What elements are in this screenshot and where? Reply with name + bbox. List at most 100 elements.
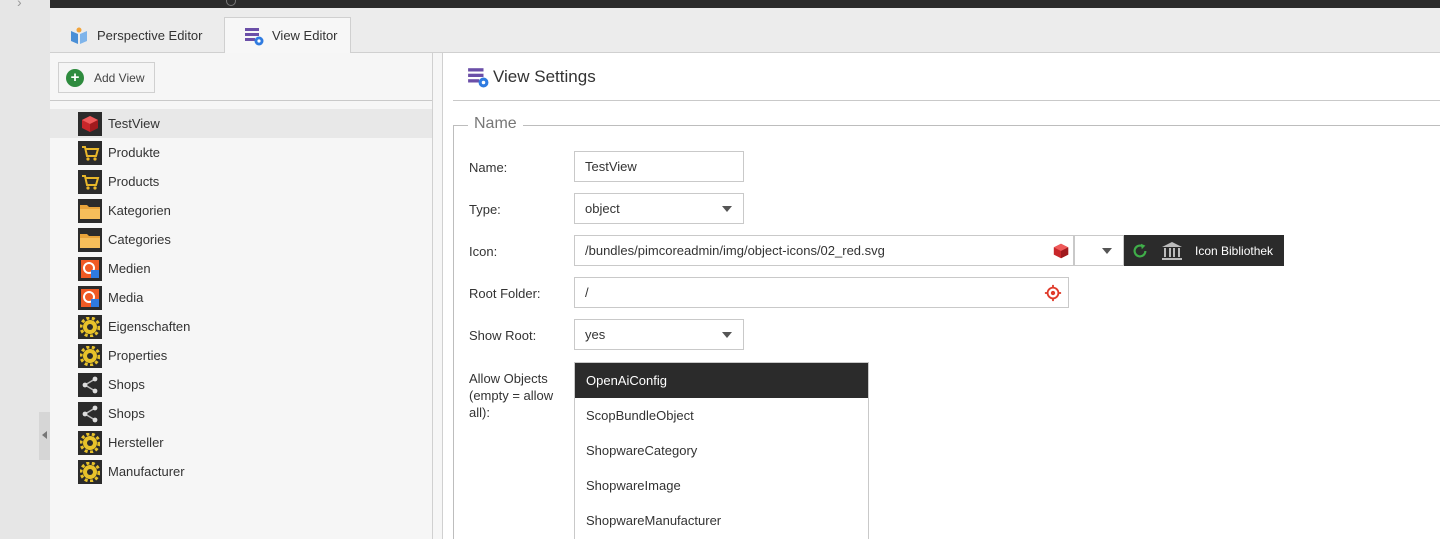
icon-dropdown[interactable] xyxy=(1074,235,1124,266)
refresh-button[interactable] xyxy=(1124,235,1156,266)
name-label: Name: xyxy=(469,160,508,175)
page-title: View Settings xyxy=(493,66,596,86)
tree-item-manufacturer[interactable]: Manufacturer xyxy=(50,457,432,486)
list-item[interactable]: ShopwareManufacturer xyxy=(575,503,868,538)
icon-library-label: Icon Bibliothek xyxy=(1195,243,1274,258)
icon-path-value: /bundles/pimcoreadmin/img/object-icons/0… xyxy=(585,243,885,258)
icon-library-button[interactable]: Icon Bibliothek xyxy=(1156,235,1284,266)
tree-item-label: Shops xyxy=(108,377,145,392)
tree-item-label: Medien xyxy=(108,261,151,276)
tab-label: Perspective Editor xyxy=(97,28,203,43)
add-view-button[interactable]: + Add View xyxy=(58,62,156,93)
list-item[interactable]: ScopBundleObject xyxy=(575,398,868,433)
tree-item-media[interactable]: Media xyxy=(50,283,432,312)
tree-item-label: Products xyxy=(108,174,160,189)
tab-perspective-editor[interactable]: Perspective Editor xyxy=(50,17,215,54)
library-icon xyxy=(1162,241,1182,260)
name-field[interactable]: TestView xyxy=(574,151,744,182)
icon-path-field[interactable]: /bundles/pimcoreadmin/img/object-icons/0… xyxy=(574,235,1074,266)
collapse-panel-handle[interactable] xyxy=(39,412,50,460)
tree-item-label: Manufacturer xyxy=(108,464,185,479)
media-icon xyxy=(78,256,102,281)
search-icon[interactable] xyxy=(226,0,236,6)
red-cube-icon xyxy=(1053,243,1069,259)
add-icon: + xyxy=(66,68,84,87)
tree-item-label: Properties xyxy=(108,348,168,363)
tree-item-products[interactable]: Products xyxy=(50,167,432,196)
tree-item-produkte[interactable]: Produkte xyxy=(50,138,432,167)
chevron-down-icon xyxy=(1102,248,1112,254)
gear-icon xyxy=(78,430,102,455)
share-icon xyxy=(78,401,102,426)
media-icon xyxy=(78,285,102,310)
chevron-right-icon[interactable]: › xyxy=(17,0,22,10)
perspective-icon xyxy=(71,27,87,44)
target-icon[interactable] xyxy=(1044,284,1062,302)
tree-item-medien[interactable]: Medien xyxy=(50,254,432,283)
tab-strip: Perspective Editor View Editor xyxy=(50,8,1440,54)
gear-icon xyxy=(78,343,102,368)
tab-label: View Editor xyxy=(272,28,338,43)
fieldset-border-left xyxy=(453,125,454,539)
root-folder-field[interactable]: / xyxy=(574,277,1069,308)
gear-icon xyxy=(78,459,102,484)
list-item[interactable]: OpenAiConfig xyxy=(575,363,868,398)
chevron-down-icon xyxy=(722,206,732,212)
tree-item-hersteller[interactable]: Hersteller xyxy=(50,428,432,457)
view-editor-icon xyxy=(245,27,264,45)
tree-item-label: TestView xyxy=(108,116,160,131)
tab-view-editor[interactable]: View Editor xyxy=(224,17,351,54)
tree-item-shops-2[interactable]: Shops xyxy=(50,399,432,428)
type-select[interactable]: object xyxy=(574,193,744,224)
type-value: object xyxy=(585,201,620,216)
icon-label: Icon: xyxy=(469,244,498,259)
folder-icon xyxy=(78,198,102,223)
left-rail: › xyxy=(0,0,50,539)
root-folder-value: / xyxy=(585,285,589,300)
show-root-label: Show Root: xyxy=(469,328,537,343)
show-root-value: yes xyxy=(585,327,606,342)
tree-item-label: Kategorien xyxy=(108,203,171,218)
view-settings-panel: View Settings Name Name: TestView Type: … xyxy=(443,53,1440,539)
gear-icon xyxy=(78,314,102,339)
list-item[interactable]: ShopwareCategory xyxy=(575,433,868,468)
tree-item-label: Produkte xyxy=(108,145,161,160)
share-icon xyxy=(78,372,102,397)
tree-item-label: Shops xyxy=(108,406,145,421)
tree-item-label: Media xyxy=(108,290,144,305)
folder-icon xyxy=(78,227,102,252)
fieldset-border xyxy=(453,125,1440,126)
view-list-panel: + Add View TestView Produkte Products Ka… xyxy=(50,53,433,539)
name-value: TestView xyxy=(585,159,637,174)
show-root-select[interactable]: yes xyxy=(574,319,744,350)
allow-objects-label-line: Allow Objects xyxy=(469,371,548,386)
tree-item-label: Eigenschaften xyxy=(108,319,191,334)
view-tree: TestView Produkte Products Kategorien Ca… xyxy=(50,109,432,486)
tree-item-kategorien[interactable]: Kategorien xyxy=(50,196,432,225)
type-label: Type: xyxy=(469,202,501,217)
list-item[interactable]: ShopwareImage xyxy=(575,468,868,503)
allow-objects-label-line: all): xyxy=(469,405,490,420)
cart-icon xyxy=(78,169,102,194)
allow-objects-list[interactable]: OpenAiConfig ScopBundleObject ShopwareCa… xyxy=(574,362,869,539)
refresh-icon xyxy=(1133,243,1147,257)
tree-item-shops[interactable]: Shops xyxy=(50,370,432,399)
tree-item-properties[interactable]: Properties xyxy=(50,341,432,370)
tree-item-eigenschaften[interactable]: Eigenschaften xyxy=(50,312,432,341)
add-view-label: Add View xyxy=(94,70,145,85)
tree-item-label: Categories xyxy=(108,232,171,247)
view-settings-header: View Settings xyxy=(453,53,1440,101)
top-bar xyxy=(50,0,1440,8)
chevron-down-icon xyxy=(722,332,732,338)
panel-splitter[interactable] xyxy=(433,53,443,539)
fieldset-legend: Name xyxy=(468,115,523,133)
cart-icon xyxy=(78,140,102,165)
allow-objects-label: Allow Objects (empty = allow all): xyxy=(469,370,553,421)
tree-item-categories[interactable]: Categories xyxy=(50,225,432,254)
left-toolbar: + Add View xyxy=(50,53,432,101)
root-folder-label: Root Folder: xyxy=(469,286,541,301)
tree-item-label: Hersteller xyxy=(108,435,164,450)
view-settings-icon xyxy=(468,67,489,87)
tree-item-testview[interactable]: TestView xyxy=(50,109,432,138)
allow-objects-label-line: (empty = allow xyxy=(469,388,554,403)
